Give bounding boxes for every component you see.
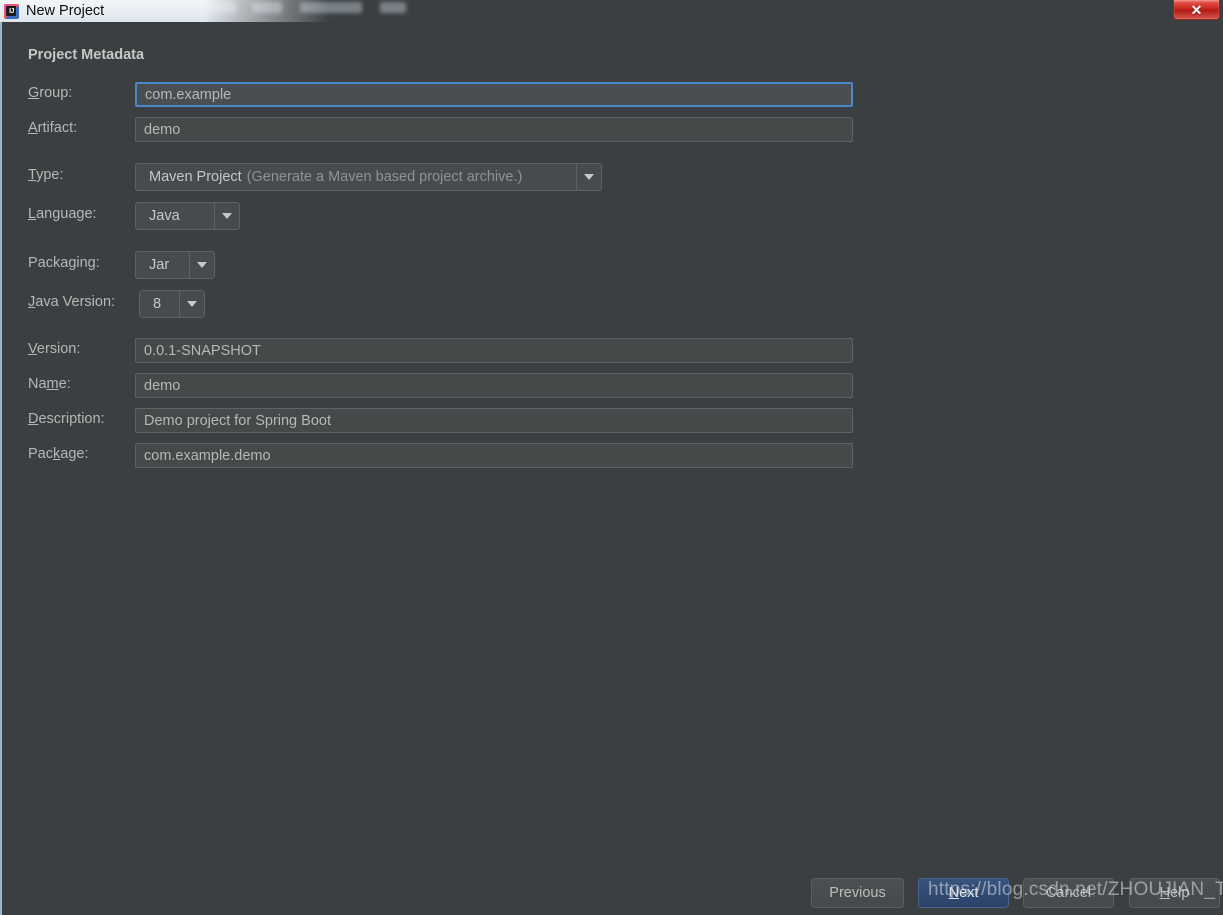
intellij-idea-icon: IJ	[4, 3, 19, 19]
package-input[interactable]: com.example.demo	[135, 443, 853, 468]
type-combobox-hint: (Generate a Maven based project archive.…	[246, 169, 523, 185]
label-type: Type:	[28, 167, 64, 183]
dialog-title-bar[interactable]: IJ New Project	[0, 0, 330, 22]
type-combobox-value: Maven Project	[149, 169, 242, 185]
language-combobox-value: Java	[149, 208, 180, 224]
dialog-body: Project Metadata Group: com.example Arti…	[0, 22, 1223, 915]
chevron-down-icon[interactable]	[179, 291, 204, 317]
type-combobox[interactable]: Maven Project (Generate a Maven based pr…	[135, 163, 602, 191]
label-project-name: Name:	[28, 376, 71, 392]
label-java-version: Java Version:	[28, 294, 116, 310]
previous-button[interactable]: Previous	[811, 878, 904, 908]
label-packaging: Packaging:	[28, 255, 100, 271]
package-input-value: com.example.demo	[144, 447, 271, 464]
project-name-input-value: demo	[144, 377, 181, 394]
group-input[interactable]: com.example	[135, 82, 853, 107]
label-version: Version:	[28, 341, 81, 357]
packaging-combobox-value: Jar	[149, 257, 170, 273]
help-button[interactable]: Help	[1129, 878, 1220, 908]
help-button-label: Help	[1159, 885, 1190, 901]
label-language: Language:	[28, 206, 97, 222]
label-artifact: Artifact:	[28, 120, 78, 136]
java-version-combobox-value: 8	[153, 296, 162, 312]
description-input-value: Demo project for Spring Boot	[144, 412, 331, 429]
window-title: New Project	[26, 3, 105, 19]
version-input-value: 0.0.1-SNAPSHOT	[144, 342, 261, 359]
next-button-label: Next	[948, 885, 979, 901]
group-input-value: com.example	[145, 86, 232, 103]
project-name-input[interactable]: demo	[135, 373, 853, 398]
chevron-down-icon[interactable]	[189, 252, 214, 278]
background-menu-item	[380, 2, 406, 13]
close-button[interactable]: ✕	[1173, 0, 1220, 20]
close-icon: ✕	[1190, 1, 1203, 18]
new-project-dialog-screen: IJ New Project ✕ Project Metadata Group:…	[0, 0, 1223, 915]
packaging-combobox[interactable]: Jar	[135, 251, 215, 279]
label-group: Group:	[28, 85, 73, 101]
previous-button-label: Previous	[829, 885, 886, 901]
section-title: Project Metadata	[28, 47, 145, 63]
chevron-down-icon[interactable]	[576, 164, 601, 190]
artifact-input[interactable]: demo	[135, 117, 853, 142]
next-button[interactable]: Next	[918, 878, 1009, 908]
description-input[interactable]: Demo project for Spring Boot	[135, 408, 853, 433]
cancel-button[interactable]: Cancel	[1023, 878, 1114, 908]
artifact-input-value: demo	[144, 121, 181, 138]
version-input[interactable]: 0.0.1-SNAPSHOT	[135, 338, 853, 363]
language-combobox[interactable]: Java	[135, 202, 240, 230]
java-version-combobox[interactable]: 8	[139, 290, 205, 318]
cancel-button-label: Cancel	[1045, 885, 1092, 901]
label-package: Package:	[28, 446, 89, 462]
label-description: Description:	[28, 411, 105, 427]
chevron-down-icon[interactable]	[214, 203, 239, 229]
